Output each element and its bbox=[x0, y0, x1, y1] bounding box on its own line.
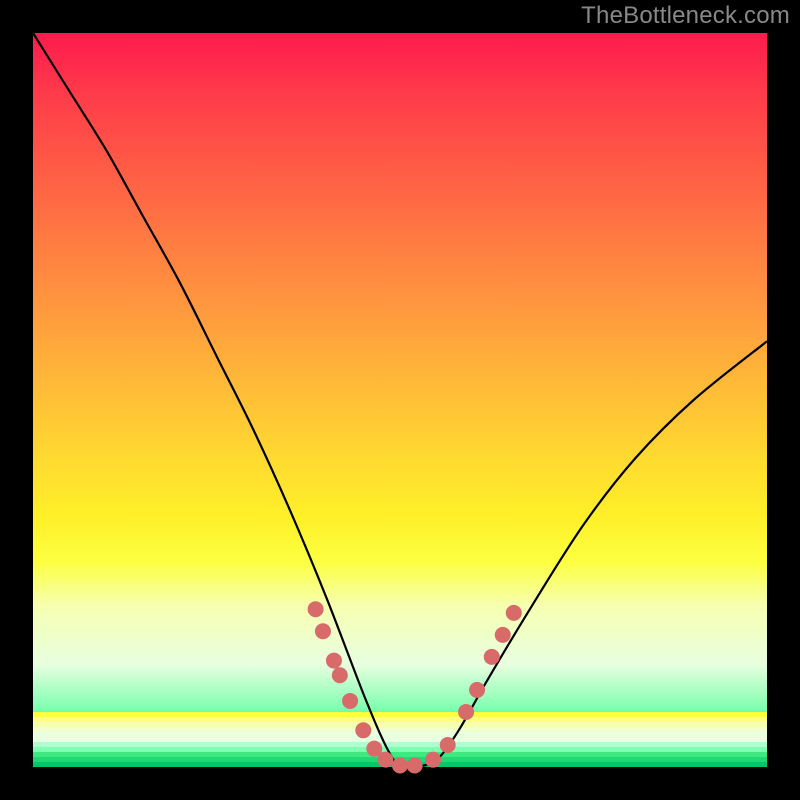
curve-marker bbox=[458, 704, 474, 720]
curve-svg bbox=[33, 33, 767, 767]
curve-marker bbox=[425, 752, 441, 768]
curve-marker bbox=[407, 758, 423, 774]
curve-marker bbox=[392, 758, 408, 774]
plot-area bbox=[33, 33, 767, 767]
bottleneck-curve bbox=[33, 33, 767, 769]
curve-marker bbox=[484, 649, 500, 665]
curve-marker bbox=[469, 682, 485, 698]
curve-marker bbox=[440, 737, 456, 753]
curve-marker bbox=[355, 722, 371, 738]
curve-markers bbox=[308, 601, 522, 773]
watermark-text: TheBottleneck.com bbox=[581, 2, 790, 30]
curve-marker bbox=[377, 752, 393, 768]
curve-marker bbox=[506, 605, 522, 621]
curve-marker bbox=[308, 601, 324, 617]
curve-marker bbox=[342, 693, 358, 709]
curve-marker bbox=[315, 623, 331, 639]
curve-marker bbox=[332, 667, 348, 683]
curve-marker bbox=[495, 627, 511, 643]
chart-container: TheBottleneck.com bbox=[0, 0, 800, 800]
curve-marker bbox=[326, 653, 342, 669]
